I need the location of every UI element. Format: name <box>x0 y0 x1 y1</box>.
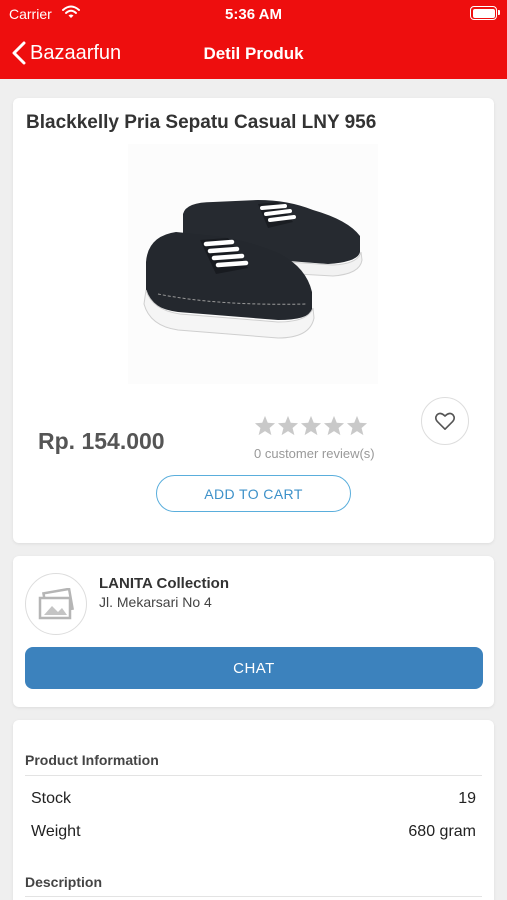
star-icon <box>277 415 299 436</box>
rating-stars <box>254 415 368 436</box>
store-card: LANITA Collection Jl. Mekarsari No 4 CHA… <box>13 556 494 707</box>
product-price: Rp. 154.000 <box>38 428 165 454</box>
description-heading: Description <box>25 874 103 890</box>
product-info-heading: Product Information <box>25 752 159 768</box>
store-address: Jl. Mekarsari No 4 <box>99 594 212 610</box>
back-button-label: Bazaarfun <box>30 41 122 64</box>
wishlist-button[interactable] <box>421 397 469 445</box>
info-row-stock: Stock 19 <box>31 790 476 808</box>
back-button[interactable]: Bazaarfun <box>12 38 121 68</box>
info-value: 19 <box>458 790 476 807</box>
product-card: Blackkelly Pria Sepatu Casual LNY 956 Rp… <box>13 98 494 543</box>
battery-icon <box>470 6 497 20</box>
battery-tip <box>498 10 500 15</box>
chevron-left-icon <box>12 41 26 65</box>
divider <box>25 896 482 897</box>
star-icon <box>346 415 368 436</box>
image-placeholder-icon <box>38 588 74 620</box>
status-time: 5:36 AM <box>225 6 282 23</box>
heart-icon <box>434 412 456 430</box>
info-label: Weight <box>31 823 81 840</box>
info-label: Stock <box>31 790 72 807</box>
store-name[interactable]: LANITA Collection <box>99 575 229 592</box>
star-icon <box>323 415 345 436</box>
sneaker-product-photo <box>143 200 363 339</box>
star-icon <box>254 415 276 436</box>
product-info-card: Product Information Stock 19 Weight 680 … <box>13 720 494 900</box>
info-row-weight: Weight 680 gram <box>31 823 476 841</box>
navigation-bar: Carrier 5:36 AM Bazaarfun Detil Produk <box>0 0 507 79</box>
info-value: 680 gram <box>408 823 476 840</box>
product-title: Blackkelly Pria Sepatu Casual LNY 956 <box>26 112 377 133</box>
status-bar: Carrier 5:36 AM <box>0 0 507 28</box>
divider <box>25 775 482 776</box>
product-image[interactable] <box>128 144 378 384</box>
chat-button[interactable]: CHAT <box>25 647 483 689</box>
review-count: 0 customer review(s) <box>254 446 375 461</box>
store-logo[interactable] <box>25 573 87 635</box>
add-to-cart-button[interactable]: ADD TO CART <box>156 475 351 512</box>
star-icon <box>300 415 322 436</box>
